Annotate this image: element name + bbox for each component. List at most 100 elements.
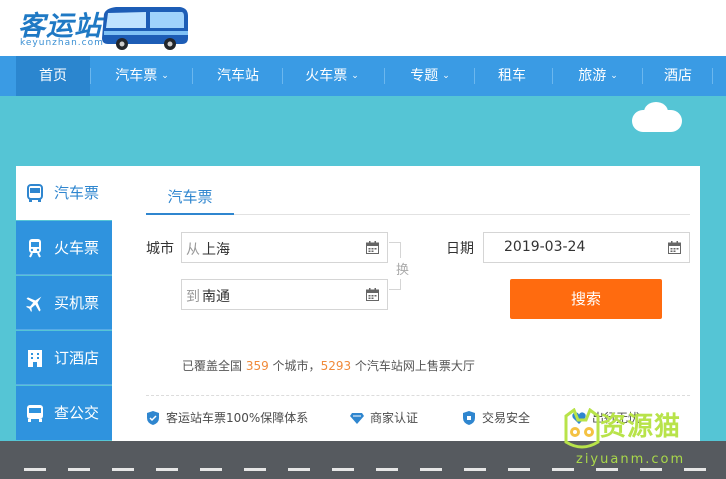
cloud-decoration <box>632 102 682 132</box>
road-marking <box>420 468 442 471</box>
plane-icon <box>26 296 42 312</box>
cat-logo-icon <box>564 408 600 449</box>
to-city-value: 南通 <box>202 289 230 305</box>
bus-logo-icon <box>102 7 188 50</box>
nav-divider <box>192 68 193 84</box>
road-marking <box>464 468 486 471</box>
road-marking <box>112 468 134 471</box>
watermark: 资源猫 ziyuanm.com <box>556 404 726 479</box>
nav-divider <box>90 68 91 84</box>
from-city-value: 上海 <box>202 242 230 258</box>
search-button[interactable]: 搜索 <box>510 279 662 319</box>
to-prefix: 到 <box>186 289 200 305</box>
sidebar-item-city-bus[interactable]: 查公交 <box>16 386 112 440</box>
nav-item-label: 租车 <box>498 68 526 84</box>
nav-item-label: 汽车站 <box>217 68 259 84</box>
chevron-down-icon: ⌄ <box>442 71 450 81</box>
diamond-icon <box>350 413 364 424</box>
nav-item-travel[interactable]: 旅游 ⌄ <box>560 56 636 96</box>
nav-item-bus-tickets[interactable]: 汽车票 ⌄ <box>100 56 184 96</box>
nav-item-label: 汽车票 <box>115 68 158 84</box>
coverage-text-part: 个城市， <box>268 359 321 373</box>
nav-divider <box>384 68 385 84</box>
road-marking <box>508 468 530 471</box>
date-value: 2019-03-24 <box>504 239 586 255</box>
coverage-text-part: 个汽车站网上售票大厅 <box>351 359 475 373</box>
feature-guarantee[interactable]: 客运站车票100%保障体系 <box>146 409 308 426</box>
road-marking <box>200 468 222 471</box>
shield-icon <box>463 411 475 425</box>
sidebar-divider <box>16 329 112 330</box>
road-marking <box>68 468 90 471</box>
sidebar-item-label: 汽车票 <box>54 184 100 202</box>
from-city-field[interactable]: 从 上海 <box>181 232 388 263</box>
road-marking <box>288 468 310 471</box>
sidebar-item-label: 查公交 <box>54 404 100 422</box>
road-marking <box>24 468 46 471</box>
sidebar-item-flights[interactable]: 买机票 <box>16 276 112 330</box>
header: 客运站 keyunzhan.com <box>0 0 726 56</box>
nav-item-hotels[interactable]: 酒店 <box>650 56 706 96</box>
city-bus-icon <box>27 405 43 422</box>
nav-item-topics[interactable]: 专题 ⌄ <box>392 56 468 96</box>
road-marking <box>332 468 354 471</box>
to-city-field[interactable]: 到 南通 <box>181 279 388 310</box>
road-marking <box>376 468 398 471</box>
sidebar-item-hotels[interactable]: 订酒店 <box>16 331 112 385</box>
hotel-icon <box>28 350 42 367</box>
sidebar-divider <box>16 274 112 275</box>
sidebar-item-label: 买机票 <box>54 294 100 312</box>
watermark-text: 资源猫 <box>600 412 682 442</box>
nav-item-label: 专题 <box>410 68 439 84</box>
sidebar-item-bus-tickets[interactable]: 汽车票 <box>16 166 112 220</box>
road-marking <box>244 468 266 471</box>
tab-bus-tickets[interactable]: 汽车票 <box>146 186 234 207</box>
nav-item-label: 首页 <box>39 68 67 84</box>
shield-badge-icon <box>147 411 159 425</box>
logo-subtitle: keyunzhan.com <box>20 38 104 48</box>
chevron-down-icon: ⌄ <box>161 71 169 81</box>
nav-divider <box>552 68 553 84</box>
active-tab-indicator <box>146 213 234 215</box>
site-logo[interactable]: 客运站 keyunzhan.com <box>14 2 188 52</box>
from-prefix: 从 <box>186 242 200 258</box>
nav-divider <box>282 68 283 84</box>
calendar-icon <box>668 241 681 254</box>
calendar-icon <box>366 288 379 301</box>
train-icon <box>29 239 41 258</box>
feature-secure[interactable]: 交易安全 <box>462 409 530 426</box>
booking-panel: 汽车票 城市 从 上海 到 南通 换 日期 2019-03-24 搜索 已覆盖全… <box>112 166 700 441</box>
nav-divider <box>712 68 713 84</box>
date-field[interactable]: 2019-03-24 <box>483 232 690 263</box>
chevron-down-icon: ⌄ <box>351 71 359 81</box>
nav-item-home[interactable]: 首页 <box>16 56 90 96</box>
nav-divider <box>474 68 475 84</box>
sidebar-item-label: 火车票 <box>54 239 100 257</box>
bus-icon <box>27 184 43 202</box>
road-marking <box>156 468 178 471</box>
nav-item-car-rental[interactable]: 租车 <box>480 56 544 96</box>
city-count: 359 <box>245 359 269 373</box>
coverage-text: 已覆盖全国 359 个城市，5293 个汽车站网上售票大厅 <box>182 357 475 374</box>
nav-item-bus-stations[interactable]: 汽车站 <box>200 56 276 96</box>
feature-label: 交易安全 <box>482 411 531 425</box>
main-nav: 首页 汽车票 ⌄ 汽车站 火车票 ⌄ 专题 ⌄ 租车 旅游 ⌄ 酒店 <box>0 56 726 96</box>
nav-divider <box>642 68 643 84</box>
nav-item-train-tickets[interactable]: 火车票 ⌄ <box>290 56 374 96</box>
feature-label: 客运站车票100%保障体系 <box>166 411 309 425</box>
city-label: 城市 <box>146 241 174 257</box>
date-label: 日期 <box>446 241 474 257</box>
watermark-url: ziyuanm.com <box>576 452 686 467</box>
sidebar-item-label: 订酒店 <box>54 349 100 367</box>
sidebar-item-train-tickets[interactable]: 火车票 <box>16 221 112 275</box>
sidebar-divider <box>16 384 112 385</box>
feature-merchant[interactable]: 商家认证 <box>350 409 418 426</box>
nav-item-label: 火车票 <box>305 68 348 84</box>
chevron-down-icon: ⌄ <box>610 71 618 81</box>
nav-item-label: 酒店 <box>664 68 692 84</box>
dashed-divider <box>146 395 690 396</box>
swap-cities-button[interactable]: 换 <box>396 258 410 279</box>
coverage-text-part: 已覆盖全国 <box>182 359 246 373</box>
nav-item-label: 旅游 <box>578 68 607 84</box>
station-count: 5293 <box>320 359 352 373</box>
